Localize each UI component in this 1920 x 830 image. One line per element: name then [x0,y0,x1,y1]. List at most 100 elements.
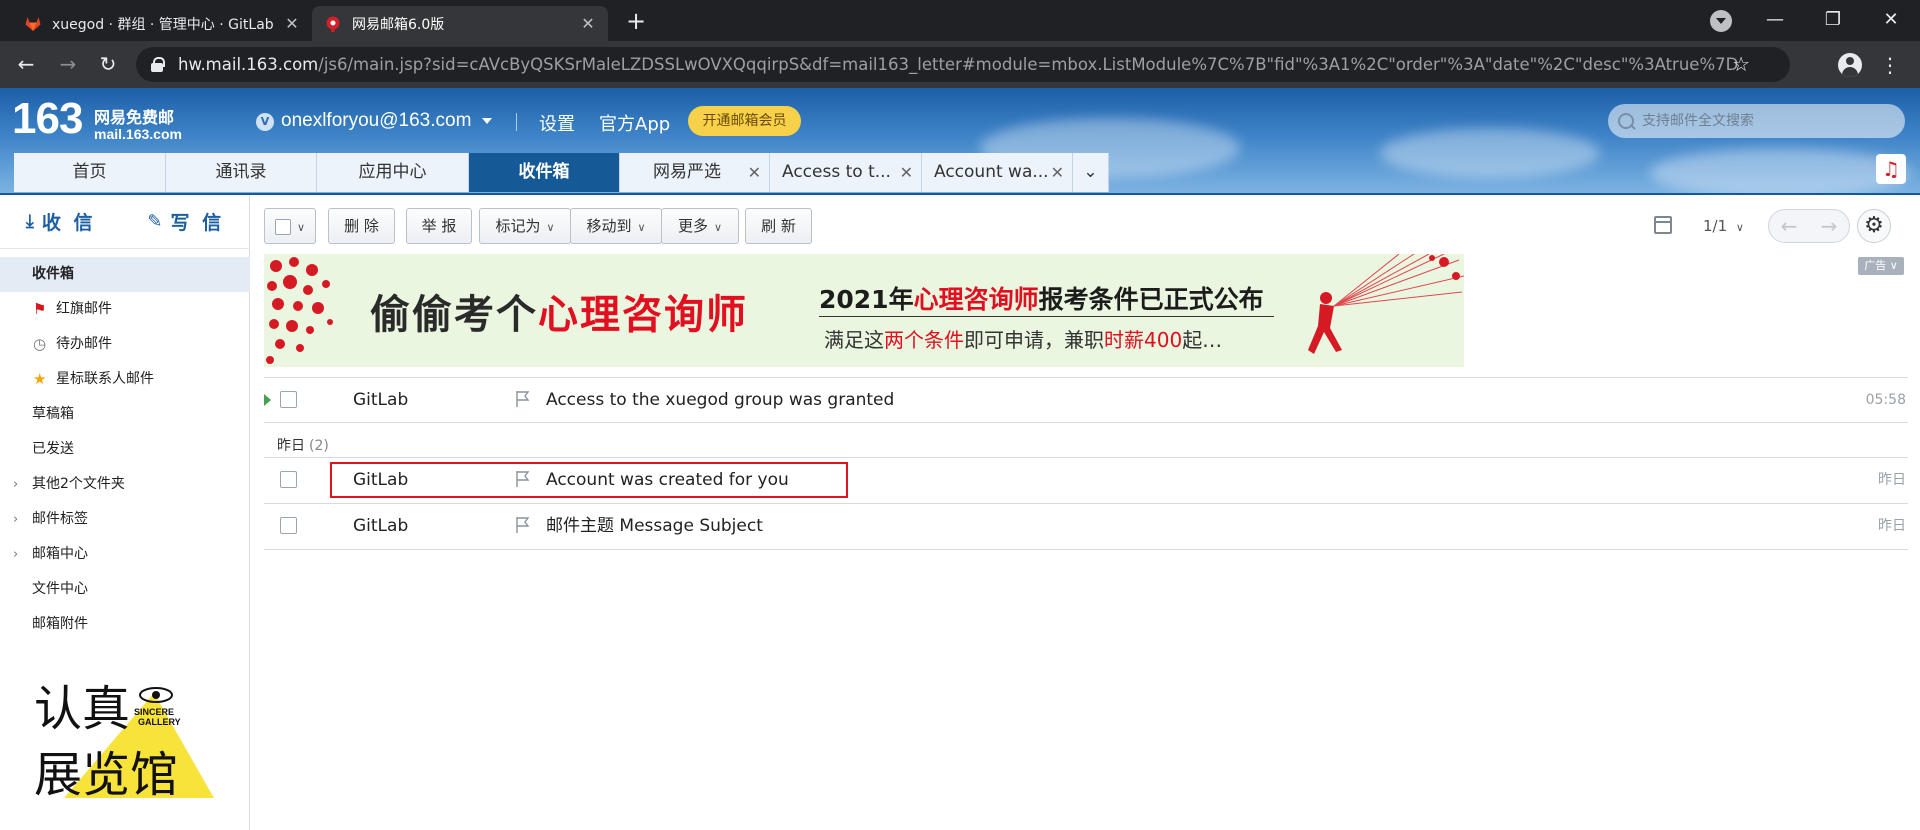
sidebar-item-file-center[interactable]: 文件中心 [0,572,250,607]
group-count: (2) [309,438,329,454]
mark-as-label: 标记为 [495,217,541,235]
promo-en-2: GALLERY [138,717,181,727]
logo-163[interactable]: 163 [12,94,83,144]
refresh-button[interactable]: 刷 新 [745,208,812,244]
search-icon [1618,113,1634,129]
calendar-icon[interactable] [1654,216,1672,234]
close-icon[interactable]: ✕ [900,153,913,192]
back-icon[interactable]: ← [10,49,42,81]
forward-icon[interactable]: → [52,49,84,81]
ad-banner[interactable]: 偷偷考个心理咨询师 2021年心理咨询师报考条件已正式公布 满足这两个条件即可申… [264,254,1464,367]
sidebar-item-tags[interactable]: › 邮件标签 [0,502,250,537]
new-tab-button[interactable]: + [622,8,650,36]
reload-icon[interactable]: ↻ [92,49,124,81]
group-label: 昨日 [277,438,305,454]
star-icon: ★ [33,370,47,388]
move-to-button[interactable]: 移动到 ∨ [570,208,662,244]
browser-tab-gitlab[interactable]: xuegod · 群组 · 管理中心 · GitLab ✕ [12,6,312,41]
close-icon[interactable]: ✕ [1051,153,1064,192]
official-app-link[interactable]: 官方App [599,110,670,136]
gear-icon[interactable]: ⚙ [1857,209,1891,243]
select-all-checkbox[interactable] [274,218,291,235]
flag-icon[interactable] [515,390,531,408]
browser-tab-title: xuegod · 群组 · 管理中心 · GitLab [52,16,274,33]
close-icon[interactable]: ✕ [748,153,761,192]
bookmark-star-icon[interactable]: ☆ [1732,52,1750,76]
menu-icon[interactable]: ⋮ [1880,51,1900,79]
ad-line1-a: 2021年 [819,285,914,314]
url-host: hw.mail.163.com [178,55,319,74]
account-icon[interactable] [1838,53,1862,77]
more-button[interactable]: 更多 ∨ [661,208,739,244]
mail-search[interactable] [1608,104,1905,138]
close-window-icon[interactable]: ✕ [1868,0,1914,41]
vip-badge-icon: V [256,113,274,131]
browser-tab-mail[interactable]: 网易邮箱6.0版 ✕ [312,6,608,41]
sincere-gallery-promo[interactable]: 认真 展览馆 SINCERE GALLERY [34,673,224,803]
chevron-down-icon[interactable] [482,118,492,129]
close-tab-icon[interactable]: ✕ [284,14,300,33]
mail-checkbox[interactable] [280,517,297,534]
mail-sender: GitLab [353,516,409,536]
chevron-down-icon: ∨ [1735,221,1744,234]
tab-access-mail[interactable]: Access to t... ✕ [770,153,922,192]
sidebar-item-sent[interactable]: 已发送 [0,432,250,467]
tab-inbox[interactable]: 收件箱 [469,153,620,192]
receive-button[interactable]: ⤓ 收 信 [26,208,96,235]
settings-link[interactable]: 设置 [539,110,575,136]
hearts-decoration [266,257,333,364]
tab-contacts[interactable]: 通讯录 [166,153,317,192]
tab-home[interactable]: 首页 [14,153,166,192]
select-all-dropdown[interactable]: ∨ [264,208,316,244]
move-to-label: 移动到 [586,217,632,235]
chevron-right-icon[interactable]: › [13,502,18,537]
report-button[interactable]: 举 报 [406,208,472,244]
mail-row[interactable]: GitLab Account was created for you 昨日 [264,458,1908,502]
mail-list-panel: ∨ 删 除 举 报 标记为 ∨ 移动到 ∨ 更多 ∨ 刷 新 1/1 ∨ ← → ⚙ [251,195,1920,830]
sidebar-item-drafts[interactable]: 草稿箱 [0,397,250,432]
sidebar: ⤓ 收 信 ✎ 写 信 收件箱 ⚑ 红旗邮件 ◷ 待办邮件 ★ 星标联系人邮件 … [0,195,250,830]
sidebar-item-starred-contacts[interactable]: ★ 星标联系人邮件 [0,362,250,397]
tab-app-center[interactable]: 应用中心 [317,153,469,192]
minimize-icon[interactable]: — [1752,0,1798,41]
date-group-header[interactable]: 昨日 (2) [277,435,329,455]
mail-checkbox[interactable] [280,471,297,488]
user-account[interactable]: onexlforyou@163.com [281,110,471,132]
sidebar-item-other-folders[interactable]: › 其他2个文件夹 [0,467,250,502]
tab-yanxuan[interactable]: 网易严选 ✕ [620,153,770,192]
flag-icon[interactable] [515,516,531,534]
music-icon[interactable]: ♫ [1876,154,1906,184]
promo-line-1: 认真 [34,681,130,737]
prev-page-icon[interactable]: ← [1781,210,1798,242]
search-input[interactable] [1642,113,1882,129]
close-tab-icon[interactable]: ✕ [580,14,596,33]
sidebar-item-attachments[interactable]: 邮箱附件 [0,607,250,642]
chevron-down-icon: ∨ [637,221,646,234]
sidebar-item-mail-center[interactable]: › 邮箱中心 [0,537,250,572]
restore-icon[interactable]: ❐ [1810,0,1856,41]
delete-button[interactable]: 删 除 [328,208,395,244]
tabs-overflow-button[interactable]: ⌄ [1073,153,1109,192]
ad-rule [819,316,1274,317]
sidebar-item-inbox[interactable]: 收件箱 [0,257,250,292]
sidebar-item-flagged[interactable]: ⚑ 红旗邮件 [0,292,250,327]
mail-checkbox[interactable] [280,391,297,408]
next-page-icon[interactable]: → [1821,210,1838,242]
mail-row[interactable]: GitLab 邮件主题 Message Subject 昨日 [264,504,1908,548]
compose-button[interactable]: ✎ 写 信 [147,208,224,235]
vip-membership-button[interactable]: 开通邮箱会员 [688,106,801,136]
ad-line2-b: 两个条件 [884,328,964,352]
tab-search-icon[interactable] [1710,10,1732,32]
page-indicator[interactable]: 1/1 ∨ [1703,217,1744,235]
ad-badge[interactable]: 广告 ∨ [1858,257,1904,275]
compose-bar: ⤓ 收 信 ✎ 写 信 [0,195,250,249]
sidebar-item-todo[interactable]: ◷ 待办邮件 [0,327,250,362]
tab-account-mail[interactable]: Account wa... ✕ [922,153,1073,192]
mark-as-button[interactable]: 标记为 ∨ [479,208,571,244]
flag-icon[interactable] [515,470,531,488]
chevron-right-icon[interactable]: › [13,467,18,502]
chevron-right-icon[interactable]: › [13,537,18,572]
clock-icon: ◷ [33,335,47,353]
mail-row[interactable]: GitLab Access to the xuegod group was gr… [264,378,1908,422]
address-bar[interactable]: hw.mail.163.com/js6/main.jsp?sid=cAVcByQ… [136,47,1790,82]
